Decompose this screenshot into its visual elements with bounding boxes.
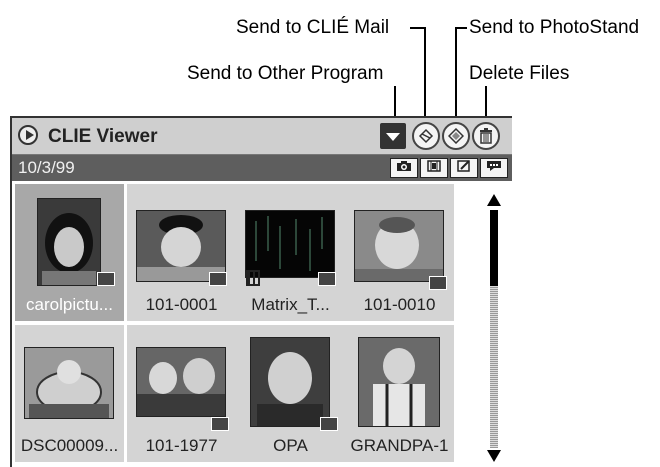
scrollbar-thumb[interactable] [490, 210, 498, 286]
thumbnail-image [245, 210, 335, 278]
send-to-other-program-button[interactable] [380, 123, 406, 149]
leader-mail-v [424, 27, 426, 120]
file-icon [209, 272, 227, 286]
file-icon [97, 272, 115, 286]
thumbnail-item[interactable]: DSC00009... [15, 325, 124, 462]
movie-icon [427, 160, 441, 172]
thumbnail-image [37, 198, 101, 286]
movie-mode-button[interactable] [420, 158, 448, 178]
trash-icon [480, 128, 492, 144]
thumbnail-caption: carolpictu... [26, 295, 113, 314]
camera-icon [397, 161, 411, 171]
callout-send-to-clie-mail: Send to CLIÉ Mail [236, 17, 390, 38]
card-icon [320, 417, 338, 431]
thumbnail-item[interactable]: OPA [236, 325, 345, 462]
title-bar: CLIE Viewer [12, 118, 512, 155]
leader-delete [485, 86, 487, 118]
thumbnail-caption: 101-0010 [363, 295, 436, 314]
send-to-photostand-button[interactable] [442, 122, 470, 150]
leader-other [394, 86, 396, 118]
thumbnail-image [358, 337, 440, 427]
thumbnail-item[interactable]: 101-0001 [127, 184, 236, 321]
card-icon [429, 276, 447, 290]
thumbnail-caption: GRANDPA-1 [350, 436, 449, 455]
date-label: 10/3/99 [18, 158, 75, 177]
movie-file-icon [246, 270, 260, 286]
thumbnail-image [250, 337, 330, 427]
thumbnail-caption: Matrix_T... [251, 295, 330, 314]
speech-icon [487, 161, 501, 171]
callout-delete-files: Delete Files [469, 63, 570, 84]
message-mode-button[interactable] [480, 158, 508, 178]
thumbnail-caption: 101-0001 [145, 295, 218, 314]
scroll-down-arrow-icon[interactable] [487, 450, 501, 462]
thumbnail-item[interactable]: 101-0010 [345, 184, 454, 321]
thumbnail-image [24, 347, 114, 419]
thumbnail-item[interactable]: Matrix_T... [236, 184, 345, 321]
app-play-icon [18, 125, 38, 145]
scrollbar-track[interactable] [490, 286, 498, 448]
memo-mode-button[interactable] [450, 158, 478, 178]
clie-viewer-screen: CLIE Viewer 10/3/99 carolpictu... 101-00… [10, 116, 512, 467]
thumbnail-item[interactable]: carolpictu... [15, 184, 124, 321]
memo-icon [457, 160, 470, 172]
callout-send-to-other-program: Send to Other Program [187, 63, 384, 84]
envelope-icon [418, 128, 434, 144]
scroll-up-arrow-icon[interactable] [487, 194, 501, 206]
app-title: CLIE Viewer [48, 126, 158, 147]
file-icon [318, 272, 336, 286]
date-bar: 10/3/99 [12, 155, 512, 181]
thumbnail-image [136, 347, 226, 417]
thumbnail-item[interactable]: GRANDPA-1 [345, 325, 454, 462]
thumbnail-image [354, 210, 444, 282]
delete-files-button[interactable] [472, 122, 500, 150]
callout-send-to-photostand: Send to PhotoStand [469, 17, 640, 38]
thumbnail-item[interactable]: 101-1977 [127, 325, 236, 462]
thumbnail-caption: OPA [273, 436, 308, 455]
card-icon [211, 417, 229, 431]
camera-mode-button[interactable] [390, 158, 418, 178]
photostand-icon [448, 128, 464, 144]
thumbnail-caption: DSC00009... [20, 436, 119, 455]
send-to-clie-mail-button[interactable] [412, 122, 440, 150]
thumbnail-caption: 101-1977 [145, 436, 218, 455]
leader-mail-h [410, 27, 424, 29]
leader-photostand-v [455, 27, 457, 120]
